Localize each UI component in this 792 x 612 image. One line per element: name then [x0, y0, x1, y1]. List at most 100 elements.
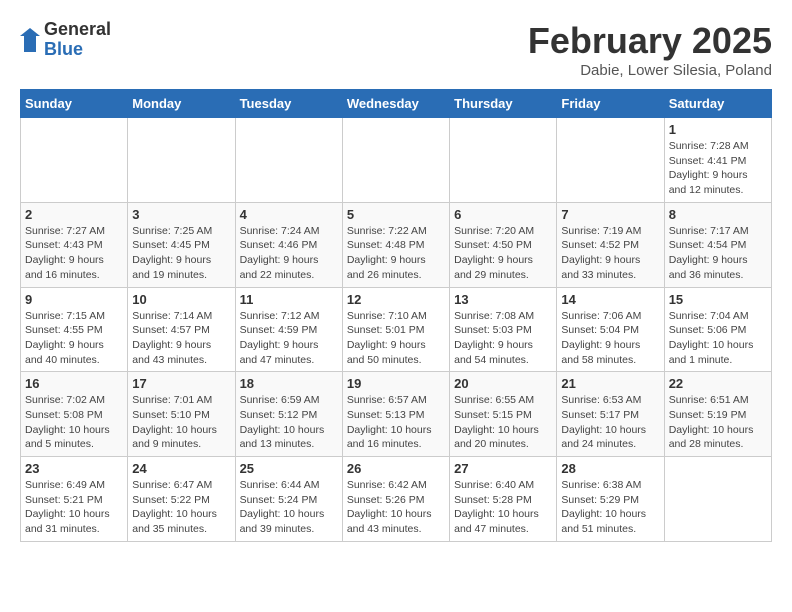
header-monday: Monday	[128, 90, 235, 118]
calendar-cell: 26 Sunrise: 6:42 AM Sunset: 5:26 PM Dayli…	[342, 457, 449, 542]
calendar-table: Sunday Monday Tuesday Wednesday Thursday…	[20, 89, 772, 542]
day-number: 11	[240, 292, 338, 307]
calendar-week-row: 2Sunrise: 7:27 AM Sunset: 4:43 PM Daylig…	[21, 202, 772, 287]
day-number: 19	[347, 376, 445, 391]
day-info: Sunrise: 7:19 AM Sunset: 4:52 PM Dayligh…	[561, 224, 659, 283]
day-info: Sunrise: 7:14 AM Sunset: 4:57 PM Dayligh…	[132, 309, 230, 368]
calendar-cell	[557, 118, 664, 203]
day-number: 17	[132, 376, 230, 391]
logo-blue: Blue	[44, 40, 111, 60]
calendar-cell	[664, 457, 771, 542]
header-thursday: Thursday	[450, 90, 557, 118]
day-info: Sunrise: 6:53 AM Sunset: 5:17 PM Dayligh…	[561, 393, 659, 452]
calendar-cell: 19 Sunrise: 6:57 AM Sunset: 5:13 PM Dayli…	[342, 372, 449, 457]
day-info: Sunrise: 7:06 AM Sunset: 5:04 PM Dayligh…	[561, 309, 659, 368]
day-number: 20	[454, 376, 552, 391]
day-number: 25	[240, 461, 338, 476]
calendar-cell	[128, 118, 235, 203]
calendar-cell: 10 Sunrise: 7:14 AM Sunset: 4:57 PM Dayli…	[128, 287, 235, 372]
logo-general: General	[44, 20, 111, 40]
day-number: 16	[25, 376, 123, 391]
calendar-week-row: 16 Sunrise: 7:02 AM Sunset: 5:08 PM Dayli…	[21, 372, 772, 457]
header-tuesday: Tuesday	[235, 90, 342, 118]
day-info: Sunrise: 6:49 AM Sunset: 5:21 PM Dayligh…	[25, 478, 123, 537]
calendar-cell: 22 Sunrise: 6:51 AM Sunset: 5:19 PM Dayli…	[664, 372, 771, 457]
day-info: Sunrise: 7:20 AM Sunset: 4:50 PM Dayligh…	[454, 224, 552, 283]
calendar-cell: 16 Sunrise: 7:02 AM Sunset: 5:08 PM Dayli…	[21, 372, 128, 457]
calendar-cell: 20 Sunrise: 6:55 AM Sunset: 5:15 PM Dayli…	[450, 372, 557, 457]
day-info: Sunrise: 7:28 AM Sunset: 4:41 PM Dayligh…	[669, 139, 767, 198]
day-number: 15	[669, 292, 767, 307]
calendar-cell: 27 Sunrise: 6:40 AM Sunset: 5:28 PM Dayli…	[450, 457, 557, 542]
calendar-cell: 23 Sunrise: 6:49 AM Sunset: 5:21 PM Dayli…	[21, 457, 128, 542]
day-number: 28	[561, 461, 659, 476]
calendar-cell: 17 Sunrise: 7:01 AM Sunset: 5:10 PM Dayli…	[128, 372, 235, 457]
day-number: 13	[454, 292, 552, 307]
calendar-cell: 9Sunrise: 7:15 AM Sunset: 4:55 PM Daylig…	[21, 287, 128, 372]
header-wednesday: Wednesday	[342, 90, 449, 118]
day-number: 12	[347, 292, 445, 307]
day-number: 14	[561, 292, 659, 307]
calendar-cell: 5Sunrise: 7:22 AM Sunset: 4:48 PM Daylig…	[342, 202, 449, 287]
day-info: Sunrise: 7:08 AM Sunset: 5:03 PM Dayligh…	[454, 309, 552, 368]
weekday-header-row: Sunday Monday Tuesday Wednesday Thursday…	[21, 90, 772, 118]
day-number: 3	[132, 207, 230, 222]
day-info: Sunrise: 7:01 AM Sunset: 5:10 PM Dayligh…	[132, 393, 230, 452]
day-info: Sunrise: 7:10 AM Sunset: 5:01 PM Dayligh…	[347, 309, 445, 368]
calendar-cell: 11 Sunrise: 7:12 AM Sunset: 4:59 PM Dayli…	[235, 287, 342, 372]
calendar-header: Sunday Monday Tuesday Wednesday Thursday…	[21, 90, 772, 118]
day-number: 7	[561, 207, 659, 222]
day-number: 6	[454, 207, 552, 222]
day-info: Sunrise: 6:40 AM Sunset: 5:28 PM Dayligh…	[454, 478, 552, 537]
title-block: February 2025 Dabie, Lower Silesia, Pola…	[528, 20, 772, 79]
calendar-cell	[450, 118, 557, 203]
calendar-cell: 13 Sunrise: 7:08 AM Sunset: 5:03 PM Dayli…	[450, 287, 557, 372]
calendar-cell: 1 Sunrise: 7:28 AM Sunset: 4:41 PM Daylig…	[664, 118, 771, 203]
calendar-cell: 4 Sunrise: 7:24 AM Sunset: 4:46 PM Daylig…	[235, 202, 342, 287]
day-number: 24	[132, 461, 230, 476]
day-info: Sunrise: 6:59 AM Sunset: 5:12 PM Dayligh…	[240, 393, 338, 452]
calendar-cell	[235, 118, 342, 203]
calendar-cell: 28 Sunrise: 6:38 AM Sunset: 5:29 PM Dayli…	[557, 457, 664, 542]
calendar-week-row: 23 Sunrise: 6:49 AM Sunset: 5:21 PM Dayli…	[21, 457, 772, 542]
day-number: 2	[25, 207, 123, 222]
day-info: Sunrise: 6:44 AM Sunset: 5:24 PM Dayligh…	[240, 478, 338, 537]
calendar-cell: 21 Sunrise: 6:53 AM Sunset: 5:17 PM Dayli…	[557, 372, 664, 457]
calendar-cell: 8Sunrise: 7:17 AM Sunset: 4:54 PM Daylig…	[664, 202, 771, 287]
page-header: General Blue February 2025 Dabie, Lower …	[20, 20, 772, 79]
day-info: Sunrise: 6:38 AM Sunset: 5:29 PM Dayligh…	[561, 478, 659, 537]
header-sunday: Sunday	[21, 90, 128, 118]
location: Dabie, Lower Silesia, Poland	[528, 62, 772, 79]
calendar-cell: 24 Sunrise: 6:47 AM Sunset: 5:22 PM Dayli…	[128, 457, 235, 542]
day-info: Sunrise: 7:12 AM Sunset: 4:59 PM Dayligh…	[240, 309, 338, 368]
day-number: 10	[132, 292, 230, 307]
day-info: Sunrise: 6:51 AM Sunset: 5:19 PM Dayligh…	[669, 393, 767, 452]
calendar-body: 1 Sunrise: 7:28 AM Sunset: 4:41 PM Daylig…	[21, 118, 772, 542]
day-info: Sunrise: 6:47 AM Sunset: 5:22 PM Dayligh…	[132, 478, 230, 537]
calendar-week-row: 1 Sunrise: 7:28 AM Sunset: 4:41 PM Daylig…	[21, 118, 772, 203]
day-number: 21	[561, 376, 659, 391]
calendar-cell: 12 Sunrise: 7:10 AM Sunset: 5:01 PM Dayli…	[342, 287, 449, 372]
day-info: Sunrise: 6:42 AM Sunset: 5:26 PM Dayligh…	[347, 478, 445, 537]
day-number: 4	[240, 207, 338, 222]
logo-icon	[20, 28, 40, 52]
day-info: Sunrise: 7:24 AM Sunset: 4:46 PM Dayligh…	[240, 224, 338, 283]
day-number: 23	[25, 461, 123, 476]
calendar-cell	[21, 118, 128, 203]
day-info: Sunrise: 7:25 AM Sunset: 4:45 PM Dayligh…	[132, 224, 230, 283]
logo-text: General Blue	[44, 20, 111, 60]
logo: General Blue	[20, 20, 111, 60]
day-info: Sunrise: 7:02 AM Sunset: 5:08 PM Dayligh…	[25, 393, 123, 452]
header-saturday: Saturday	[664, 90, 771, 118]
day-info: Sunrise: 6:55 AM Sunset: 5:15 PM Dayligh…	[454, 393, 552, 452]
day-number: 5	[347, 207, 445, 222]
day-number: 22	[669, 376, 767, 391]
day-number: 26	[347, 461, 445, 476]
calendar-cell: 15Sunrise: 7:04 AM Sunset: 5:06 PM Dayli…	[664, 287, 771, 372]
day-info: Sunrise: 6:57 AM Sunset: 5:13 PM Dayligh…	[347, 393, 445, 452]
day-info: Sunrise: 7:15 AM Sunset: 4:55 PM Dayligh…	[25, 309, 123, 368]
header-friday: Friday	[557, 90, 664, 118]
day-number: 27	[454, 461, 552, 476]
calendar-week-row: 9Sunrise: 7:15 AM Sunset: 4:55 PM Daylig…	[21, 287, 772, 372]
day-number: 1	[669, 122, 767, 137]
